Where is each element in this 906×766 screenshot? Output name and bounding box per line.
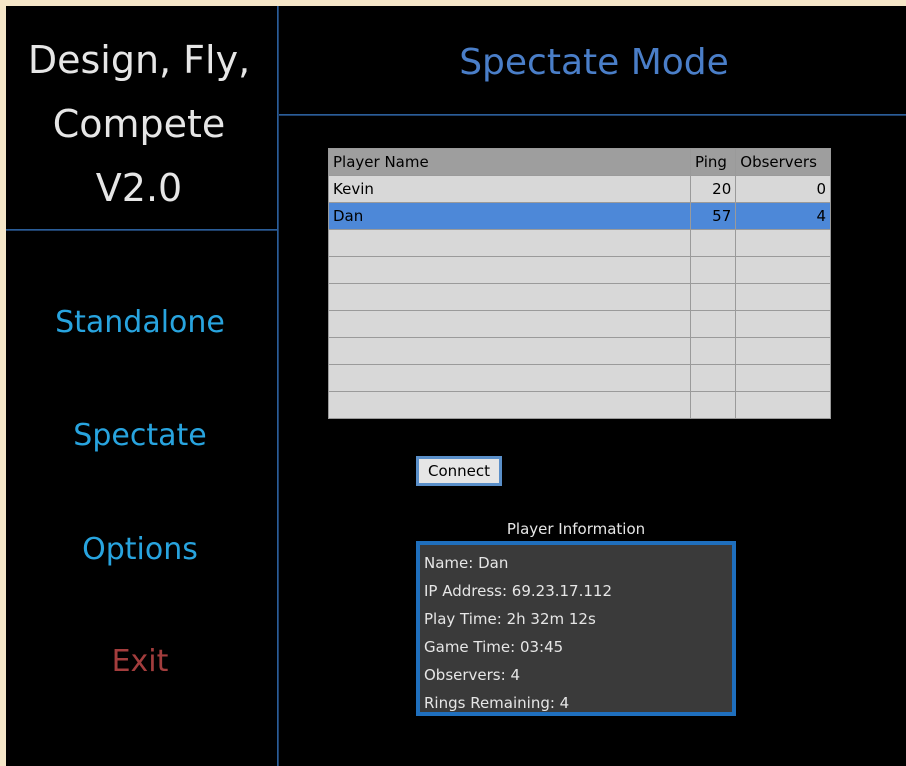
nav-options[interactable]: Options xyxy=(0,530,280,570)
observers-cell: 0 xyxy=(735,175,831,203)
page-title: Spectate Mode xyxy=(459,42,729,83)
empty-cell xyxy=(690,391,737,419)
app-title-line-1: Design, Fly, xyxy=(27,38,251,82)
info-ip-address: IP Address: 69.23.17.112 xyxy=(424,582,612,600)
empty-cell xyxy=(690,310,737,338)
connect-button[interactable]: Connect xyxy=(416,456,502,486)
empty-cell xyxy=(690,337,737,365)
nav-standalone[interactable]: Standalone xyxy=(0,303,280,343)
nav-spectate[interactable]: Spectate xyxy=(0,416,280,456)
sidebar-title-divider xyxy=(6,229,277,231)
empty-cell xyxy=(327,256,692,284)
table-row-empty[interactable] xyxy=(327,364,831,392)
app-title: Design, Fly, Compete V2.0 xyxy=(0,28,278,220)
app-title-line-2: Compete xyxy=(52,102,226,146)
ping-cell: 57 xyxy=(690,202,737,230)
empty-cell xyxy=(735,337,831,365)
table-row[interactable]: Kevin 20 0 xyxy=(327,175,831,203)
empty-cell xyxy=(735,283,831,311)
player-name-cell: Dan xyxy=(327,202,692,230)
column-header-player-name[interactable]: Player Name xyxy=(327,148,692,176)
ping-cell: 20 xyxy=(690,175,737,203)
table-row-empty[interactable] xyxy=(327,256,831,284)
nav-exit[interactable]: Exit xyxy=(0,642,280,682)
empty-cell xyxy=(327,364,692,392)
empty-cell xyxy=(327,229,692,257)
empty-cell xyxy=(690,229,737,257)
empty-cell xyxy=(327,283,692,311)
player-info-panel: Name: Dan IP Address: 69.23.17.112 Play … xyxy=(416,541,736,716)
player-table: Player Name Ping Observers Kevin 20 0 Da… xyxy=(327,148,831,419)
table-row-selected[interactable]: Dan 57 4 xyxy=(327,202,831,230)
empty-cell xyxy=(327,337,692,365)
empty-cell xyxy=(327,310,692,338)
column-header-ping[interactable]: Ping xyxy=(690,148,737,176)
header-divider xyxy=(279,114,906,116)
info-game-time: Game Time: 03:45 xyxy=(424,638,564,656)
table-row-empty[interactable] xyxy=(327,283,831,311)
empty-cell xyxy=(327,391,692,419)
table-header-row: Player Name Ping Observers xyxy=(327,148,831,176)
observers-cell: 4 xyxy=(735,202,831,230)
table-row-empty[interactable] xyxy=(327,337,831,365)
empty-cell xyxy=(690,256,737,284)
player-info-heading: Player Information xyxy=(506,520,646,538)
empty-cell xyxy=(735,256,831,284)
table-row-empty[interactable] xyxy=(327,229,831,257)
empty-cell xyxy=(735,229,831,257)
app-title-line-3: V2.0 xyxy=(95,166,183,210)
info-rings-remaining: Rings Remaining: 4 xyxy=(424,694,570,712)
column-header-observers[interactable]: Observers xyxy=(735,148,831,176)
table-row-empty[interactable] xyxy=(327,391,831,419)
info-name: Name: Dan xyxy=(424,554,509,572)
table-row-empty[interactable] xyxy=(327,310,831,338)
empty-cell xyxy=(735,391,831,419)
empty-cell xyxy=(690,364,737,392)
player-name-cell: Kevin xyxy=(327,175,692,203)
info-play-time: Play Time: 2h 32m 12s xyxy=(424,610,596,628)
info-observers: Observers: 4 xyxy=(424,666,520,684)
empty-cell xyxy=(735,364,831,392)
empty-cell xyxy=(735,310,831,338)
empty-cell xyxy=(690,283,737,311)
